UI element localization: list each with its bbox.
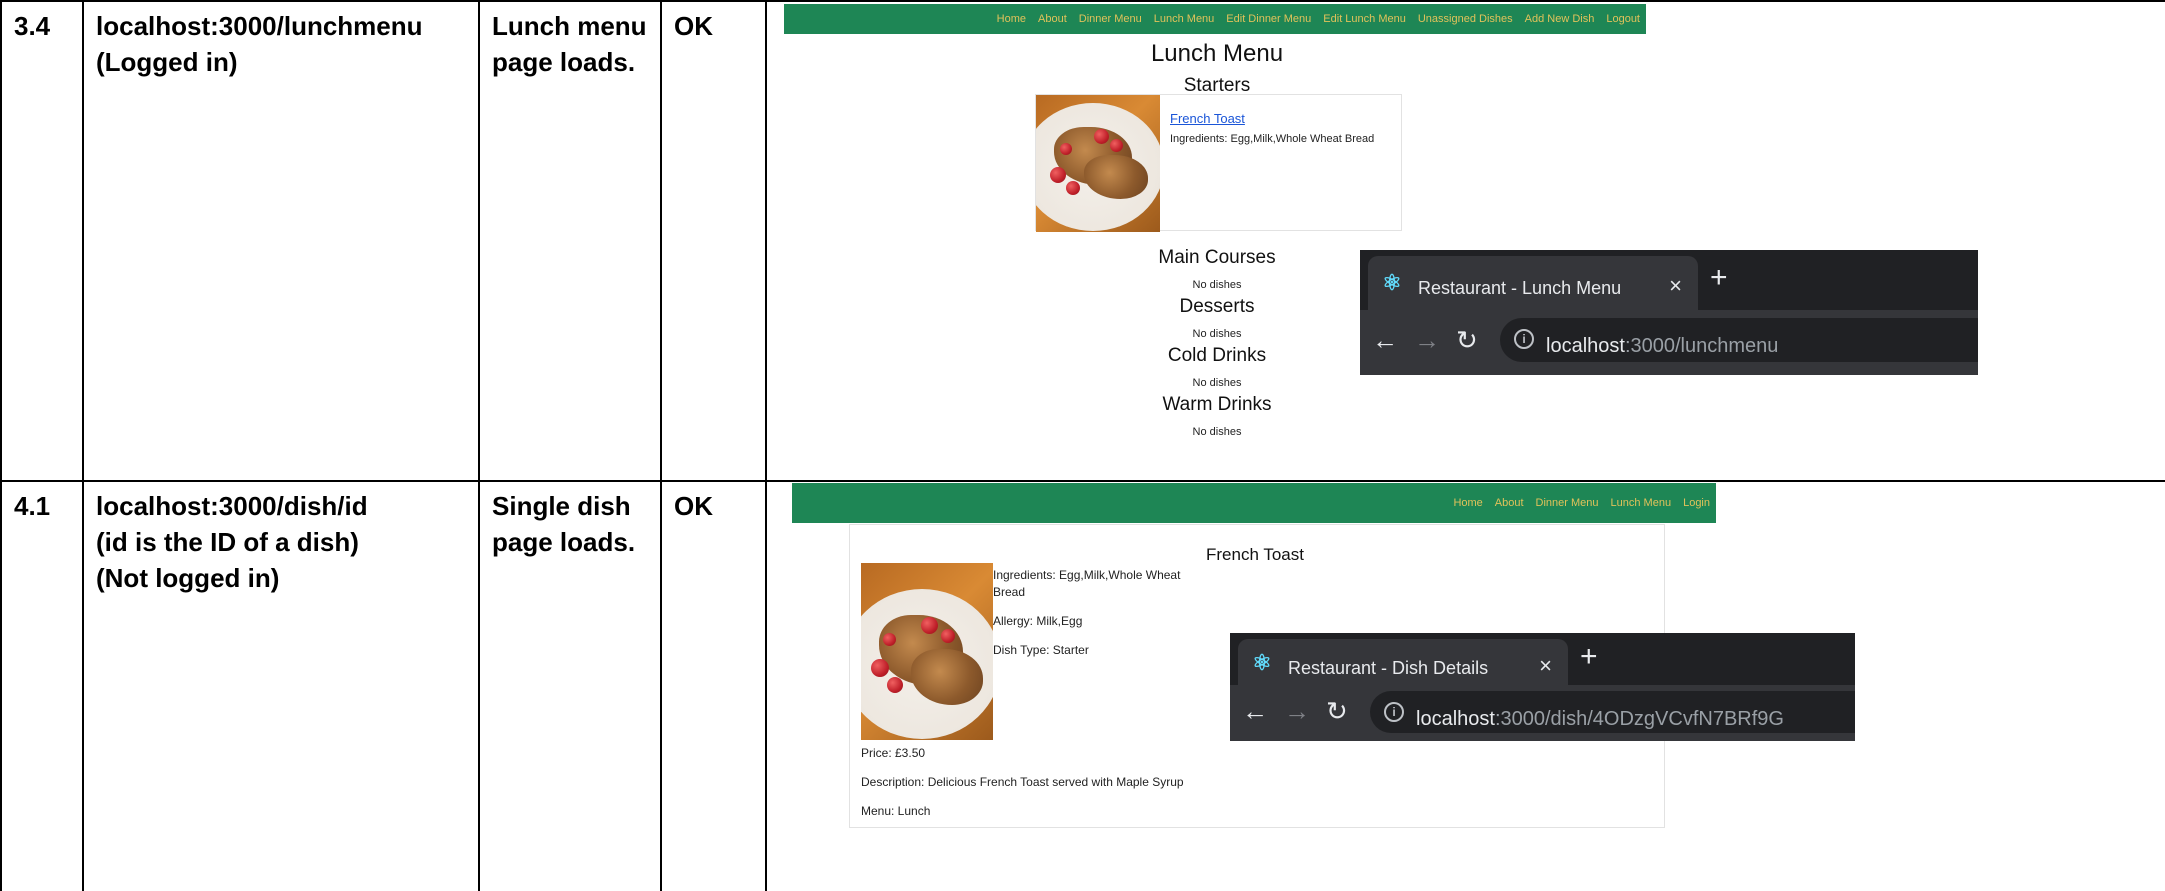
actual-result-cell: OK — [660, 480, 767, 891]
page-title: Lunch Menu — [1150, 40, 1284, 67]
actual-result: OK — [674, 11, 713, 41]
test-url-cell: localhost:3000/lunchmenu (Logged in) — [82, 0, 480, 482]
address-url: localhost:3000/lunchmenu — [1546, 335, 1779, 357]
info-icon[interactable]: i — [1384, 702, 1404, 722]
test-url: localhost:3000/dish/id — [96, 491, 368, 521]
dish-menu: Menu: Lunch — [861, 804, 931, 818]
forward-arrow-icon[interactable]: → — [1284, 693, 1310, 729]
screenshot-cell-dish-details: Home About Dinner Menu Lunch Menu Login … — [765, 480, 2165, 891]
nav-link-login[interactable]: Login — [1683, 485, 1710, 521]
nav-link-about[interactable]: About — [1495, 485, 1524, 521]
dish-image — [1036, 95, 1160, 232]
address-bar[interactable]: i localhost:3000/dish/4ODzgVCvfN7BRf9G — [1370, 691, 1855, 733]
tab-bar: ⚛ Restaurant - Lunch Menu × + — [1360, 250, 1978, 310]
address-url: localhost:3000/dish/4ODzgVCvfN7BRf9G — [1416, 708, 1784, 730]
address-bar[interactable]: i localhost:3000/lunchmenu — [1500, 318, 1978, 362]
forward-arrow-icon[interactable]: → — [1414, 322, 1440, 358]
expected-result-cell: Single dish page loads. — [478, 480, 662, 891]
reload-icon[interactable]: ↻ — [1326, 693, 1348, 729]
browser-toolbar: ← → ↻ i localhost:3000/dish/4ODzgVCvfN7B… — [1230, 685, 1855, 741]
tab-bar: ⚛ Restaurant - Dish Details × + — [1230, 633, 1855, 685]
dish-ingredients: Ingredients: Egg,Milk,Whole Wheat Bread — [993, 568, 1181, 599]
dish-card[interactable]: French Toast Ingredients: Egg,Milk,Whole… — [1035, 94, 1402, 232]
close-icon[interactable]: × — [1669, 268, 1682, 304]
navbar: Home About Dinner Menu Lunch Menu Login — [792, 483, 1716, 523]
browser-window-dish-details: ⚛ Restaurant - Dish Details × + ← → ↻ i … — [1230, 633, 1855, 741]
expected-result-line: Single dish — [492, 491, 631, 521]
dish-type: Dish Type: Starter — [993, 643, 1089, 657]
dish-description: Description: Delicious French Toast serv… — [861, 775, 1184, 789]
tab-title: Restaurant - Dish Details — [1288, 658, 1489, 678]
expected-result-line: Lunch menu — [492, 11, 647, 41]
actual-result-cell: OK — [660, 0, 767, 482]
react-logo-icon: ⚛ — [1252, 650, 1272, 675]
dish-allergy: Allergy: Milk,Egg — [993, 614, 1083, 628]
test-case-table: 3.4 localhost:3000/lunchmenu (Logged in)… — [0, 0, 2165, 891]
empty-text-warm-drinks: No dishes — [1192, 426, 1242, 438]
new-tab-icon[interactable]: + — [1580, 639, 1598, 675]
new-tab-icon[interactable]: + — [1710, 260, 1728, 296]
expected-result-line: page loads. — [492, 527, 636, 557]
dish-title: French Toast — [1206, 545, 1304, 564]
expected-result-line: page loads. — [492, 47, 636, 77]
lunch-menu-page: Lunch Menu Starters French Toast Ingredi… — [768, 3, 1667, 479]
test-url: localhost:3000/lunchmenu — [96, 11, 423, 41]
tab-title: Restaurant - Lunch Menu — [1418, 278, 1622, 298]
test-url-cell: localhost:3000/dish/id (id is the ID of … — [82, 480, 480, 891]
nav-link-dinner-menu[interactable]: Dinner Menu — [1536, 485, 1599, 521]
browser-window-lunch-menu: ⚛ Restaurant - Lunch Menu × + ← → ↻ i lo… — [1360, 250, 1978, 375]
table-row: 3.4 localhost:3000/lunchmenu (Logged in)… — [0, 0, 2165, 482]
test-url-note: (id is the ID of a dish) — [96, 527, 359, 557]
react-logo-icon: ⚛ — [1382, 270, 1402, 295]
reload-icon[interactable]: ↻ — [1456, 322, 1478, 358]
back-arrow-icon[interactable]: ← — [1242, 693, 1268, 729]
dish-price: Price: £3.50 — [861, 746, 926, 760]
browser-toolbar: ← → ↻ i localhost:3000/lunchmenu — [1360, 310, 1978, 375]
test-id: 4.1 — [14, 491, 51, 521]
actual-result: OK — [674, 491, 713, 521]
test-id-cell: 4.1 — [0, 480, 84, 891]
nav-link-lunch-menu[interactable]: Lunch Menu — [1611, 485, 1672, 521]
dish-ingredients: Ingredients: Egg,Milk,Whole Wheat Bread — [1170, 133, 1375, 145]
test-id: 3.4 — [14, 11, 51, 41]
test-url-note: (Not logged in) — [96, 563, 280, 593]
test-url-note: (Logged in) — [96, 47, 238, 77]
nav-link-home[interactable]: Home — [1453, 485, 1482, 521]
expected-result-cell: Lunch menu page loads. — [478, 0, 662, 482]
close-icon[interactable]: × — [1539, 648, 1552, 684]
dish-image — [861, 563, 993, 740]
info-icon[interactable]: i — [1514, 329, 1534, 349]
table-row: 4.1 localhost:3000/dish/id (id is the ID… — [0, 480, 2165, 891]
browser-tab[interactable]: ⚛ Restaurant - Lunch Menu × — [1368, 256, 1698, 310]
back-arrow-icon[interactable]: ← — [1372, 322, 1398, 358]
screenshot-cell-lunch-menu: Home About Dinner Menu Lunch Menu Edit D… — [765, 0, 2165, 482]
browser-tab[interactable]: ⚛ Restaurant - Dish Details × — [1238, 639, 1568, 685]
test-id-cell: 3.4 — [0, 0, 84, 482]
